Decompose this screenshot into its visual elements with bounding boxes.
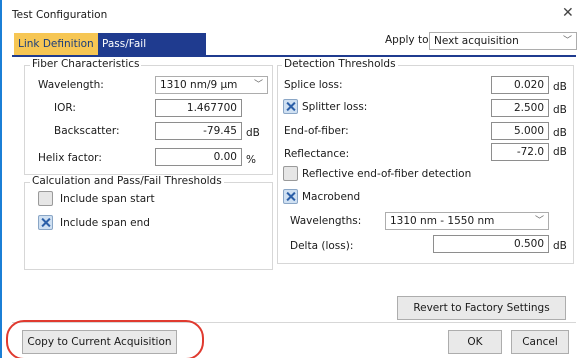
- delta-loss-input[interactable]: 0.500: [433, 235, 549, 253]
- backscatter-label: Backscatter:: [54, 125, 120, 137]
- ior-input[interactable]: 1.467700: [155, 99, 242, 117]
- cancel-button[interactable]: Cancel: [511, 330, 569, 354]
- wavelengths-value: 1310 nm - 1550 nm: [390, 215, 495, 227]
- macrobend-checkbox[interactable]: [283, 189, 298, 204]
- span-end-checkbox[interactable]: [38, 215, 53, 230]
- chevron-down-icon: ﹀: [534, 216, 544, 226]
- helix-factor-label: Helix factor:: [38, 152, 102, 164]
- reflectance-unit: dB: [553, 146, 567, 158]
- span-start-checkbox[interactable]: [38, 191, 53, 206]
- reflective-eof-checkbox[interactable]: [283, 166, 298, 181]
- end-of-fiber-label: End-of-fiber:: [284, 125, 349, 137]
- tab-bar: Link Definition Pass/Fail Thresholds App…: [12, 31, 577, 72]
- ok-button[interactable]: OK: [448, 330, 502, 354]
- reflectance-label: Reflectance:: [284, 148, 350, 160]
- splitter-loss-input[interactable]: 2.500: [491, 99, 549, 117]
- dialog-title: Test Configuration: [12, 9, 108, 21]
- wavelength-select[interactable]: 1310 nm/9 µm ﹀: [155, 76, 268, 94]
- splice-loss-unit: dB: [553, 81, 567, 93]
- apply-to-value: Next acquisition: [434, 35, 519, 47]
- backscatter-input[interactable]: -79.45: [155, 122, 242, 140]
- reflective-eof-label: Reflective end-of-fiber detection: [302, 168, 472, 180]
- reflectance-input[interactable]: -72.0: [491, 143, 549, 161]
- splitter-loss-checkbox[interactable]: [283, 99, 298, 114]
- close-icon[interactable]: ✕: [562, 5, 574, 21]
- ior-label: IOR:: [54, 102, 76, 114]
- tab-pass-fail-thresholds[interactable]: Pass/Fail Thresholds: [98, 33, 206, 72]
- revert-factory-settings-button[interactable]: Revert to Factory Settings: [397, 296, 566, 320]
- helix-factor-unit: %: [246, 154, 256, 166]
- helix-factor-input[interactable]: 0.00: [155, 148, 242, 166]
- backscatter-unit: dB: [246, 127, 260, 139]
- splice-loss-input[interactable]: 0.020: [491, 76, 549, 94]
- calculation-legend: Calculation and Pass/Fail Thresholds: [30, 175, 224, 187]
- window-border: [0, 0, 2, 358]
- chevron-down-icon: ﹀: [253, 80, 263, 90]
- delta-loss-unit: dB: [553, 240, 567, 252]
- splice-loss-label: Splice loss:: [284, 79, 343, 91]
- highlight-annotation: [6, 320, 204, 358]
- end-of-fiber-unit: dB: [553, 127, 567, 139]
- chevron-down-icon: ﹀: [562, 36, 572, 46]
- span-start-label: Include span start: [60, 193, 155, 205]
- apply-to-label: Apply to:: [385, 34, 433, 46]
- wavelength-value: 1310 nm/9 µm: [160, 79, 238, 91]
- macrobend-label: Macrobend: [302, 191, 361, 203]
- fiber-characteristics-legend: Fiber Characteristics: [30, 58, 142, 70]
- delta-loss-label: Delta (loss):: [290, 240, 354, 252]
- end-of-fiber-input[interactable]: 5.000: [491, 122, 549, 140]
- wavelengths-label: Wavelengths:: [290, 215, 362, 227]
- tab-link-definition[interactable]: Link Definition: [14, 33, 98, 55]
- wavelengths-select[interactable]: 1310 nm - 1550 nm ﹀: [385, 212, 549, 230]
- span-end-label: Include span end: [60, 217, 150, 229]
- wavelength-label: Wavelength:: [38, 79, 104, 91]
- splitter-loss-unit: dB: [553, 104, 567, 116]
- detection-thresholds-legend: Detection Thresholds: [282, 58, 398, 70]
- apply-to-select[interactable]: Next acquisition ﹀: [429, 32, 577, 50]
- splitter-loss-label: Splitter loss:: [302, 101, 368, 113]
